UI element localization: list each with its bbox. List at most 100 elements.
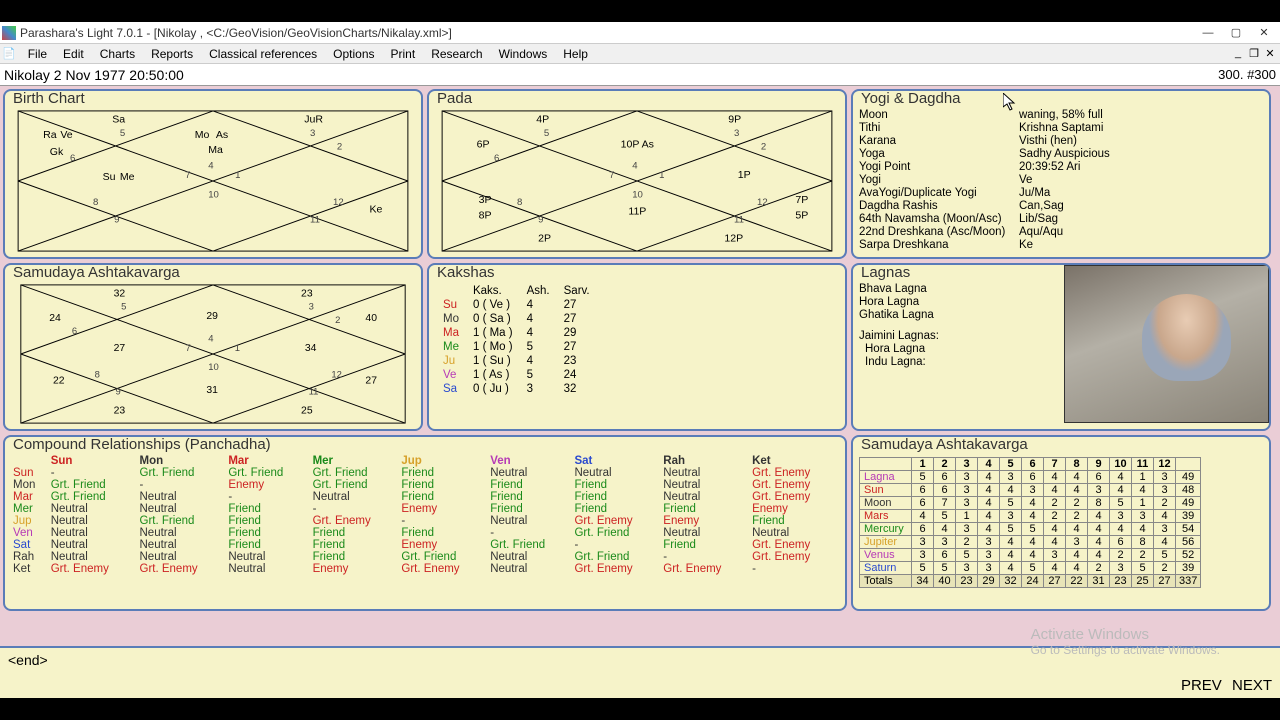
svg-text:10: 10 bbox=[632, 189, 643, 200]
menu-classical-references[interactable]: Classical references bbox=[201, 47, 325, 61]
menu-windows[interactable]: Windows bbox=[491, 47, 556, 61]
svg-text:12: 12 bbox=[331, 370, 342, 381]
birth-chart-panel[interactable]: Birth Chart 456 8910 11121 273 Sa RaVe G… bbox=[3, 89, 423, 259]
menu-print[interactable]: Print bbox=[383, 47, 424, 61]
svg-text:10: 10 bbox=[208, 189, 219, 200]
titlebar: Parashara's Light 7.0.1 - [Nikolay , <C:… bbox=[0, 22, 1280, 44]
svg-text:6: 6 bbox=[72, 326, 77, 337]
menu-research[interactable]: Research bbox=[423, 47, 490, 61]
svg-text:5P: 5P bbox=[795, 209, 808, 221]
svg-text:7P: 7P bbox=[795, 194, 808, 206]
end-marker: <end> bbox=[8, 652, 1272, 668]
svg-text:11: 11 bbox=[310, 214, 320, 225]
lagnas-panel[interactable]: Lagnas Bhava LagnaHora LagnaGhatika Lagn… bbox=[851, 263, 1271, 431]
svg-text:8: 8 bbox=[517, 197, 522, 208]
svg-text:2: 2 bbox=[335, 315, 340, 326]
footer: <end> Activate Windows Go to Settings to… bbox=[0, 646, 1280, 698]
svg-text:Sa: Sa bbox=[112, 113, 125, 125]
yogi-dagdha-panel[interactable]: Yogi & Dagdha Moonwaning, 58% fullTithiK… bbox=[851, 89, 1271, 259]
svg-text:6: 6 bbox=[494, 153, 499, 164]
svg-text:40: 40 bbox=[365, 313, 377, 324]
svg-text:27: 27 bbox=[365, 375, 377, 386]
svg-text:JuR: JuR bbox=[304, 113, 323, 125]
svg-text:5: 5 bbox=[121, 302, 126, 313]
svg-text:11: 11 bbox=[309, 387, 319, 398]
svg-text:12P: 12P bbox=[724, 232, 743, 244]
svg-text:11: 11 bbox=[734, 214, 744, 225]
compound-relationships-panel[interactable]: Compound Relationships (Panchadha) SunMo… bbox=[3, 435, 847, 611]
yogi-row: AvaYogi/Duplicate YogiJu/Ma bbox=[859, 187, 1263, 200]
svg-text:5: 5 bbox=[544, 128, 549, 139]
svg-text:12: 12 bbox=[333, 197, 344, 208]
svg-text:Ra: Ra bbox=[43, 129, 57, 141]
menu-edit[interactable]: Edit bbox=[55, 47, 92, 61]
svg-text:31: 31 bbox=[206, 385, 218, 396]
chart-subject-info: Nikolay 2 Nov 1977 20:50:00 bbox=[4, 67, 1218, 83]
svg-text:Su: Su bbox=[103, 171, 116, 183]
yogi-row: Yogi Point20:39:52 Ari bbox=[859, 161, 1263, 174]
video-overlay bbox=[1064, 265, 1269, 423]
svg-text:8: 8 bbox=[95, 370, 100, 381]
panel-title: Samudaya Ashtakavarga bbox=[859, 436, 1030, 453]
panel-title: Samudaya Ashtakavarga bbox=[11, 264, 182, 281]
minimize-button[interactable]: — bbox=[1194, 24, 1222, 42]
compound-table: SunMonMarMerJupVenSatRahKetSun-Grt. Frie… bbox=[11, 455, 839, 575]
svg-text:9: 9 bbox=[538, 214, 543, 225]
svg-text:32: 32 bbox=[114, 288, 126, 299]
svg-text:12: 12 bbox=[757, 197, 768, 208]
mdi-close-button[interactable]: ✕ bbox=[1262, 47, 1278, 60]
svg-text:1: 1 bbox=[235, 170, 240, 181]
sav-table-panel[interactable]: Samudaya Ashtakavarga 123456789101112Lag… bbox=[851, 435, 1271, 611]
pada-chart-diagram: 456 8910 11121 273 4P 6P 3P8P 2P 10P As … bbox=[435, 109, 839, 253]
yogi-row: Dagdha RashisCan,Sag bbox=[859, 200, 1263, 213]
page-counter: 300. #300 bbox=[1218, 67, 1276, 82]
svg-text:4: 4 bbox=[208, 161, 214, 172]
svg-text:8: 8 bbox=[93, 197, 98, 208]
svg-text:2P: 2P bbox=[538, 232, 551, 244]
sav-diamond-diagram: 456 8910 11121 273 2932 2427 2223 3125 2… bbox=[11, 283, 415, 425]
svg-text:6: 6 bbox=[70, 153, 75, 164]
svg-text:2: 2 bbox=[337, 141, 342, 152]
prev-button[interactable]: PREV bbox=[1181, 677, 1222, 694]
next-button[interactable]: NEXT bbox=[1232, 677, 1272, 694]
svg-text:22: 22 bbox=[53, 375, 65, 386]
menu-file[interactable]: File bbox=[20, 47, 55, 61]
svg-text:5: 5 bbox=[120, 128, 125, 139]
menu-reports[interactable]: Reports bbox=[143, 47, 201, 61]
info-bar: Nikolay 2 Nov 1977 20:50:00 300. #300 bbox=[0, 64, 1280, 86]
menu-help[interactable]: Help bbox=[555, 47, 596, 61]
svg-text:3: 3 bbox=[309, 302, 314, 313]
file-icon[interactable]: 📄 bbox=[2, 47, 16, 60]
panel-title: Yogi & Dagdha bbox=[859, 90, 963, 107]
svg-text:4P: 4P bbox=[536, 113, 549, 125]
svg-text:1: 1 bbox=[235, 343, 240, 354]
pada-panel[interactable]: Pada 456 8910 11121 273 4P 6P 3P8P 2P 10… bbox=[427, 89, 847, 259]
panel-title: Lagnas bbox=[859, 264, 912, 281]
svg-text:Gk: Gk bbox=[50, 146, 64, 158]
menu-options[interactable]: Options bbox=[325, 47, 382, 61]
maximize-button[interactable]: ▢ bbox=[1222, 24, 1250, 42]
svg-text:29: 29 bbox=[206, 311, 218, 322]
svg-text:Mo: Mo bbox=[195, 129, 210, 141]
svg-text:3: 3 bbox=[310, 128, 315, 139]
svg-text:24: 24 bbox=[49, 313, 61, 324]
sav-diamond-panel[interactable]: Samudaya Ashtakavarga 456 8910 11121 273… bbox=[3, 263, 423, 431]
yogi-row: KaranaVisthi (hen) bbox=[859, 135, 1263, 148]
yogi-row: 64th Navamsha (Moon/Asc)Lib/Sag bbox=[859, 213, 1263, 226]
menu-charts[interactable]: Charts bbox=[92, 47, 143, 61]
svg-text:1: 1 bbox=[659, 170, 664, 181]
close-button[interactable]: ✕ bbox=[1250, 24, 1278, 42]
window-title: Parashara's Light 7.0.1 - [Nikolay , <C:… bbox=[20, 26, 1194, 40]
svg-text:4: 4 bbox=[632, 161, 638, 172]
svg-text:2: 2 bbox=[761, 141, 766, 152]
kakshas-panel[interactable]: Kakshas Kaks.Ash.Sarv.Su0 ( Ve )427Mo0 (… bbox=[427, 263, 847, 431]
svg-text:7: 7 bbox=[186, 343, 191, 354]
svg-text:As: As bbox=[216, 129, 228, 141]
mdi-minimize-button[interactable]: _ bbox=[1230, 47, 1246, 60]
svg-text:8P: 8P bbox=[479, 209, 492, 221]
svg-text:9: 9 bbox=[115, 387, 120, 398]
kakshas-table: Kaks.Ash.Sarv.Su0 ( Ve )427Mo0 ( Sa )427… bbox=[435, 283, 598, 397]
yogi-row: YogaSadhy Auspicious bbox=[859, 148, 1263, 161]
svg-text:23: 23 bbox=[114, 406, 126, 417]
mdi-restore-button[interactable]: ❐ bbox=[1246, 47, 1262, 60]
